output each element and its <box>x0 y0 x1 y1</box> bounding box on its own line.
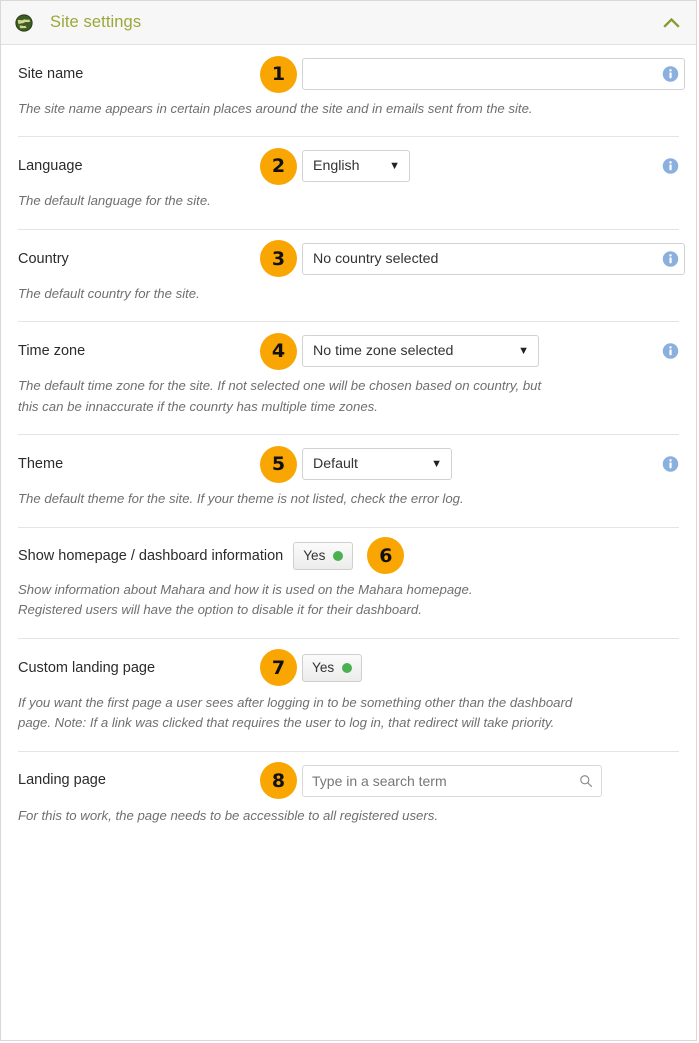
help-custom-landing-page: If you want the first page a user sees a… <box>18 693 578 751</box>
country-select[interactable]: No country selected ▼ <box>302 243 685 275</box>
field-row-landing-page: Landing page 8 For this to work, the pag… <box>18 751 679 843</box>
toggle-on-indicator-icon <box>342 663 352 673</box>
info-icon[interactable] <box>662 343 679 360</box>
language-select-value: English <box>313 158 360 174</box>
custom-landing-page-toggle[interactable]: Yes <box>302 654 362 682</box>
label-show-homepage: Show homepage / dashboard information <box>18 547 293 565</box>
info-icon[interactable] <box>662 456 679 473</box>
toggle-on-indicator-icon <box>333 551 343 561</box>
custom-landing-page-toggle-value: Yes <box>312 660 334 675</box>
step-badge-6: 6 <box>367 537 404 574</box>
panel-header[interactable]: Site settings <box>1 1 696 45</box>
help-time-zone: The default time zone for the site. If n… <box>18 376 563 434</box>
globe-icon <box>15 14 33 32</box>
help-language: The default language for the site. <box>18 191 578 228</box>
site-settings-panel: Site settings Site name 1 The site name … <box>0 0 697 1041</box>
landing-page-search-input[interactable] <box>302 765 602 797</box>
time-zone-select[interactable]: No time zone selected ▼ <box>302 335 539 367</box>
language-select[interactable]: English ▼ <box>302 150 410 182</box>
field-row-theme: Theme 5 Default ▼ The default theme for … <box>18 434 679 526</box>
site-name-input[interactable] <box>302 58 685 90</box>
field-row-show-homepage: Show homepage / dashboard information Ye… <box>18 527 679 638</box>
step-badge-7: 7 <box>260 649 297 686</box>
field-row-language: Language 2 English ▼ The default languag… <box>18 136 679 228</box>
chevron-down-icon: ▼ <box>504 346 529 357</box>
label-landing-page: Landing page <box>18 771 270 789</box>
help-show-homepage: Show information about Mahara and how it… <box>18 580 528 638</box>
time-zone-select-value: No time zone selected <box>313 343 453 359</box>
help-country: The default country for the site. <box>18 284 578 321</box>
step-badge-1: 1 <box>260 56 297 93</box>
step-badge-2: 2 <box>260 148 297 185</box>
help-landing-page: For this to work, the page needs to be a… <box>18 806 578 843</box>
field-row-country: Country 3 No country selected ▼ The defa… <box>18 229 679 321</box>
step-badge-5: 5 <box>260 446 297 483</box>
field-row-site-name: Site name 1 The site name appears in cer… <box>18 45 679 136</box>
label-site-name: Site name <box>18 65 270 83</box>
theme-select-value: Default <box>313 456 358 472</box>
help-site-name: The site name appears in certain places … <box>18 99 578 136</box>
field-row-time-zone: Time zone 4 No time zone selected ▼ The … <box>18 321 679 434</box>
label-time-zone: Time zone <box>18 342 270 360</box>
step-badge-4: 4 <box>260 333 297 370</box>
info-icon[interactable] <box>662 66 679 83</box>
field-row-custom-landing-page: Custom landing page 7 Yes If you want th… <box>18 638 679 751</box>
page-title: Site settings <box>50 13 141 32</box>
show-homepage-toggle-value: Yes <box>303 548 325 563</box>
label-theme: Theme <box>18 455 270 473</box>
label-language: Language <box>18 157 270 175</box>
show-homepage-toggle[interactable]: Yes <box>293 542 353 570</box>
step-badge-8: 8 <box>260 762 297 799</box>
label-custom-landing-page: Custom landing page <box>18 659 270 677</box>
settings-list: Site name 1 The site name appears in cer… <box>1 45 696 843</box>
country-select-value: No country selected <box>313 251 438 267</box>
chevron-up-icon[interactable] <box>663 16 680 29</box>
info-icon[interactable] <box>662 250 679 267</box>
chevron-down-icon: ▼ <box>417 459 442 470</box>
theme-select[interactable]: Default ▼ <box>302 448 452 480</box>
step-badge-3: 3 <box>260 240 297 277</box>
chevron-down-icon: ▼ <box>375 161 400 172</box>
label-country: Country <box>18 250 270 268</box>
help-theme: The default theme for the site. If your … <box>18 489 578 526</box>
info-icon[interactable] <box>662 158 679 175</box>
